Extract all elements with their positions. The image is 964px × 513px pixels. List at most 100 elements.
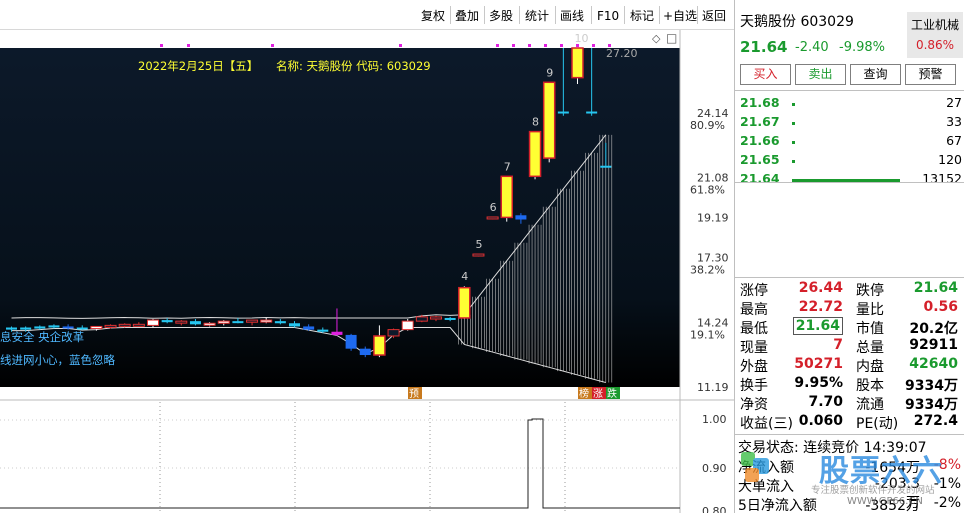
kline-chart[interactable]: ◇ □ 2022年2月25日【五】 名称: 天鹅股份 代码: 603029 息安… — [0, 30, 734, 513]
marker-dot — [160, 44, 163, 47]
stock-change-pct: -9.98% — [839, 40, 885, 55]
marker-dot — [271, 44, 274, 47]
industry-box[interactable]: 工业机械 0.86% — [907, 12, 963, 58]
chart-area[interactable]: ◇ □ 2022年2月25日【五】 名称: 天鹅股份 代码: 603029 息安… — [0, 30, 734, 513]
step-label: 8 — [532, 116, 539, 129]
candle-body — [232, 321, 244, 324]
sell-button[interactable]: 卖出 — [795, 64, 846, 85]
pct-tick: 19.1% — [690, 328, 725, 341]
stat-value: 21.64 — [913, 280, 958, 296]
step-label: 7 — [504, 160, 511, 173]
candle-body — [444, 317, 456, 320]
price-axis: 24.1421.0819.1917.3014.2411.1980.9%61.8%… — [690, 107, 729, 394]
mark-button[interactable]: 标记 — [630, 6, 654, 26]
toolbar-separator — [697, 6, 698, 24]
bid-bar — [792, 122, 795, 125]
candle-body — [246, 319, 259, 323]
stock-code: 603029 — [800, 14, 854, 30]
bid-bar — [792, 103, 795, 106]
bid-row[interactable]: 21.68 27 — [740, 95, 962, 114]
stat-value: 9334万 — [905, 397, 958, 413]
bid-bar — [792, 141, 795, 144]
stat-value: 22.72 — [798, 299, 843, 315]
candle-body — [62, 326, 74, 329]
candle-body — [415, 316, 428, 322]
stock-title: 天鹅股份 603029 — [740, 11, 854, 31]
back-button[interactable]: 返回 — [702, 6, 726, 26]
bid-bar — [792, 160, 795, 163]
step-label: 9 — [546, 66, 553, 79]
quote-panel: 天鹅股份 603029 21.64 -2.40 -9.98% 工业机械 0.86… — [734, 0, 964, 513]
bid-row[interactable]: 21.67 33 — [740, 114, 962, 133]
divider — [735, 90, 964, 91]
marker-dot — [560, 44, 563, 47]
query-button[interactable]: 查询 — [850, 64, 901, 85]
sub-axis-1: 1.00 — [702, 413, 727, 426]
candle-body — [486, 216, 499, 220]
industry-name: 工业机械 — [910, 18, 959, 32]
multi-stock-button[interactable]: 多股 — [489, 6, 513, 26]
toolbar-separator — [519, 6, 520, 24]
candle-body — [373, 335, 386, 356]
stock-price: 21.64 — [740, 38, 788, 56]
candle-body — [359, 348, 371, 356]
candle-body — [6, 327, 17, 330]
candle-body — [387, 329, 400, 337]
bid-volume: 120 — [938, 152, 962, 167]
candle-body — [76, 327, 88, 330]
candle-body — [90, 325, 103, 330]
diamond-icon[interactable]: ◇ — [652, 32, 661, 45]
sub-axis-3: 0.80 — [702, 505, 727, 513]
logo-square-orange — [745, 468, 759, 482]
bid-price: 21.66 — [740, 133, 780, 148]
toolbar-separator — [555, 6, 556, 24]
draw-line-button[interactable]: 画线 — [560, 6, 584, 26]
expand-icon[interactable]: □ — [666, 31, 677, 45]
buy-button[interactable]: 买入 — [740, 64, 791, 85]
chart-date: 2022年2月25日【五】 — [138, 59, 258, 73]
bid-row[interactable]: 21.65 120 — [740, 152, 962, 171]
alert-button[interactable]: 预警 — [905, 64, 956, 85]
candle-body — [331, 331, 343, 335]
candle-body — [289, 323, 300, 327]
overlay-button[interactable]: 叠加 — [455, 6, 479, 26]
candle-body — [600, 165, 612, 168]
fuquan-button[interactable]: 复权 — [421, 6, 445, 26]
bottom-tags: 预 榜 涨 跌 — [408, 387, 620, 400]
chart-name-code: 名称: 天鹅股份 代码: 603029 — [276, 59, 431, 73]
stat-value: 42640 — [909, 356, 958, 372]
flow-label: 5日净流入额 — [738, 498, 817, 513]
divider — [735, 182, 964, 183]
stat-value: 0.060 — [798, 413, 843, 429]
bid-volume: 33 — [946, 114, 962, 129]
candle-body — [34, 326, 46, 329]
f10-button[interactable]: F10 — [597, 6, 619, 26]
top-price-label: 27.20 — [606, 47, 638, 60]
candle-body — [260, 319, 273, 323]
candle-body — [458, 286, 471, 319]
marker-dot — [544, 44, 547, 47]
candle-body — [401, 320, 414, 331]
sub-panel-bg — [0, 400, 680, 513]
candle-body — [132, 323, 145, 327]
watermark-sub: 专注股票创新软件开发的网站 — [811, 485, 935, 496]
divider — [735, 434, 964, 435]
bid-row[interactable]: 21.66 67 — [740, 133, 962, 152]
marker-dot — [512, 44, 515, 47]
candle-body — [20, 327, 32, 330]
candle-body — [303, 326, 315, 330]
stat-value: 9334万 — [905, 378, 958, 394]
candle-body — [274, 321, 286, 324]
bid-price: 21.64 — [740, 171, 780, 186]
bid-volume: 27 — [946, 95, 962, 110]
tag-zhang: 涨 — [593, 388, 603, 400]
pct-tick: 80.9% — [690, 119, 725, 132]
toolbar-separator — [659, 6, 660, 24]
bid-volume: 13152 — [922, 171, 962, 186]
chart-note-1: 息安全 央企改革 — [0, 330, 84, 344]
stats-button[interactable]: 统计 — [525, 6, 549, 26]
stat-value: 9.95% — [794, 375, 843, 391]
bid-row[interactable]: 21.64 13152 — [740, 171, 962, 190]
candle-body — [586, 111, 598, 114]
add-watchlist-button[interactable]: +自选 — [663, 6, 697, 26]
